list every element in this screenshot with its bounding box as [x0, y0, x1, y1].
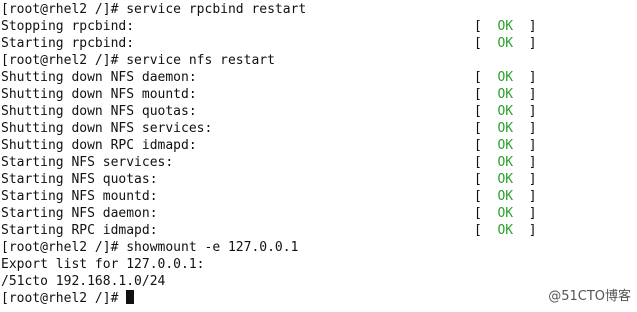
status-bracket-open: [: [474, 155, 482, 170]
line-text: Shutting down NFS daemon:: [1, 70, 197, 85]
terminal-line: Stopping rpcbind: [ OK ]: [0, 18, 637, 35]
status-indicator: [ OK ]: [474, 103, 537, 120]
line-text: Shutting down RPC idmapd:: [1, 138, 197, 153]
status-ok: OK: [497, 87, 514, 102]
line-text: [root@rhel2 /]# showmount -e 127.0.0.1: [1, 240, 299, 255]
status-bracket-open: [: [474, 36, 482, 51]
terminal-line: [root@rhel2 /]# service nfs restart: [0, 52, 637, 69]
status-indicator: [ OK ]: [474, 69, 537, 86]
line-text: Starting rpcbind:: [1, 36, 135, 51]
status-indicator: [ OK ]: [474, 35, 537, 52]
terminal-line: /51cto 192.168.1.0/24: [0, 273, 637, 290]
status-bracket-close: ]: [528, 19, 537, 34]
terminal-line: Shutting down NFS daemon: [ OK ]: [0, 69, 637, 86]
status-indicator: [ OK ]: [474, 222, 537, 239]
line-text: Shutting down NFS quotas:: [1, 104, 197, 119]
status-bracket-open: [: [474, 121, 482, 136]
line-text: [root@rhel2 /]# service rpcbind restart: [1, 2, 307, 17]
status-bracket-close: ]: [528, 70, 537, 85]
line-text: Shutting down NFS services:: [1, 121, 213, 136]
status-ok: OK: [497, 155, 514, 170]
line-text: Shutting down NFS mountd:: [1, 87, 197, 102]
status-bracket-close: ]: [528, 36, 537, 51]
status-indicator: [ OK ]: [474, 120, 537, 137]
line-text: Starting NFS quotas:: [1, 172, 158, 187]
terminal-line: [root@rhel2 /]# showmount -e 127.0.0.1: [0, 239, 637, 256]
terminal-line: Starting rpcbind: [ OK ]: [0, 35, 637, 52]
status-indicator: [ OK ]: [474, 86, 537, 103]
status-indicator: [ OK ]: [474, 137, 537, 154]
status-ok: OK: [497, 189, 514, 204]
status-bracket-close: ]: [528, 206, 537, 221]
line-text: Starting RPC idmapd:: [1, 223, 158, 238]
status-ok: OK: [497, 138, 514, 153]
status-bracket-open: [: [474, 172, 482, 187]
status-bracket-open: [: [474, 87, 482, 102]
text-cursor: [126, 290, 135, 304]
terminal-line: Starting NFS services: [ OK ]: [0, 154, 637, 171]
watermark: @51CTO博客: [548, 289, 631, 304]
terminal-prompt-line[interactable]: [root@rhel2 /]#: [0, 290, 637, 307]
terminal-window[interactable]: [root@rhel2 /]# service rpcbind restart …: [0, 0, 637, 312]
status-bracket-close: ]: [528, 155, 537, 170]
status-bracket-close: ]: [528, 87, 537, 102]
terminal-line: Export list for 127.0.0.1:: [0, 256, 637, 273]
status-bracket-close: ]: [528, 223, 537, 238]
status-indicator: [ OK ]: [474, 171, 537, 188]
status-ok: OK: [497, 172, 514, 187]
terminal-line: Shutting down NFS quotas: [ OK ]: [0, 103, 637, 120]
status-ok: OK: [497, 70, 514, 85]
terminal-line: Shutting down RPC idmapd: [ OK ]: [0, 137, 637, 154]
status-indicator: [ OK ]: [474, 205, 537, 222]
status-bracket-open: [: [474, 206, 482, 221]
status-bracket-open: [: [474, 70, 482, 85]
prompt-text: [root@rhel2 /]#: [1, 291, 127, 306]
status-bracket-close: ]: [528, 121, 537, 136]
terminal-line: Starting NFS mountd: [ OK ]: [0, 188, 637, 205]
terminal-line: Starting RPC idmapd: [ OK ]: [0, 222, 637, 239]
terminal-line: [root@rhel2 /]# service rpcbind restart: [0, 1, 637, 18]
terminal-line: Starting NFS quotas: [ OK ]: [0, 171, 637, 188]
line-text: Stopping rpcbind:: [1, 19, 135, 34]
status-indicator: [ OK ]: [474, 188, 537, 205]
line-text: [root@rhel2 /]# service nfs restart: [1, 53, 275, 68]
status-bracket-close: ]: [528, 104, 537, 119]
line-text: Export list for 127.0.0.1:: [1, 257, 205, 272]
terminal-line: Starting NFS daemon: [ OK ]: [0, 205, 637, 222]
status-bracket-close: ]: [528, 189, 537, 204]
status-ok: OK: [497, 19, 514, 34]
status-ok: OK: [497, 223, 514, 238]
status-bracket-open: [: [474, 189, 482, 204]
line-text: Starting NFS daemon:: [1, 206, 158, 221]
status-bracket-close: ]: [528, 138, 537, 153]
status-ok: OK: [497, 206, 514, 221]
status-ok: OK: [497, 104, 514, 119]
terminal-line: Shutting down NFS services: [ OK ]: [0, 120, 637, 137]
terminal-line: Shutting down NFS mountd: [ OK ]: [0, 86, 637, 103]
status-bracket-open: [: [474, 138, 482, 153]
status-bracket-open: [: [474, 223, 482, 238]
status-indicator: [ OK ]: [474, 154, 537, 171]
status-ok: OK: [497, 121, 514, 136]
line-text: /51cto 192.168.1.0/24: [1, 274, 166, 289]
status-bracket-open: [: [474, 19, 482, 34]
line-text: Starting NFS services:: [1, 155, 174, 170]
status-ok: OK: [497, 36, 514, 51]
status-bracket-close: ]: [528, 172, 537, 187]
status-indicator: [ OK ]: [474, 18, 537, 35]
status-bracket-open: [: [474, 104, 482, 119]
line-text: Starting NFS mountd:: [1, 189, 158, 204]
